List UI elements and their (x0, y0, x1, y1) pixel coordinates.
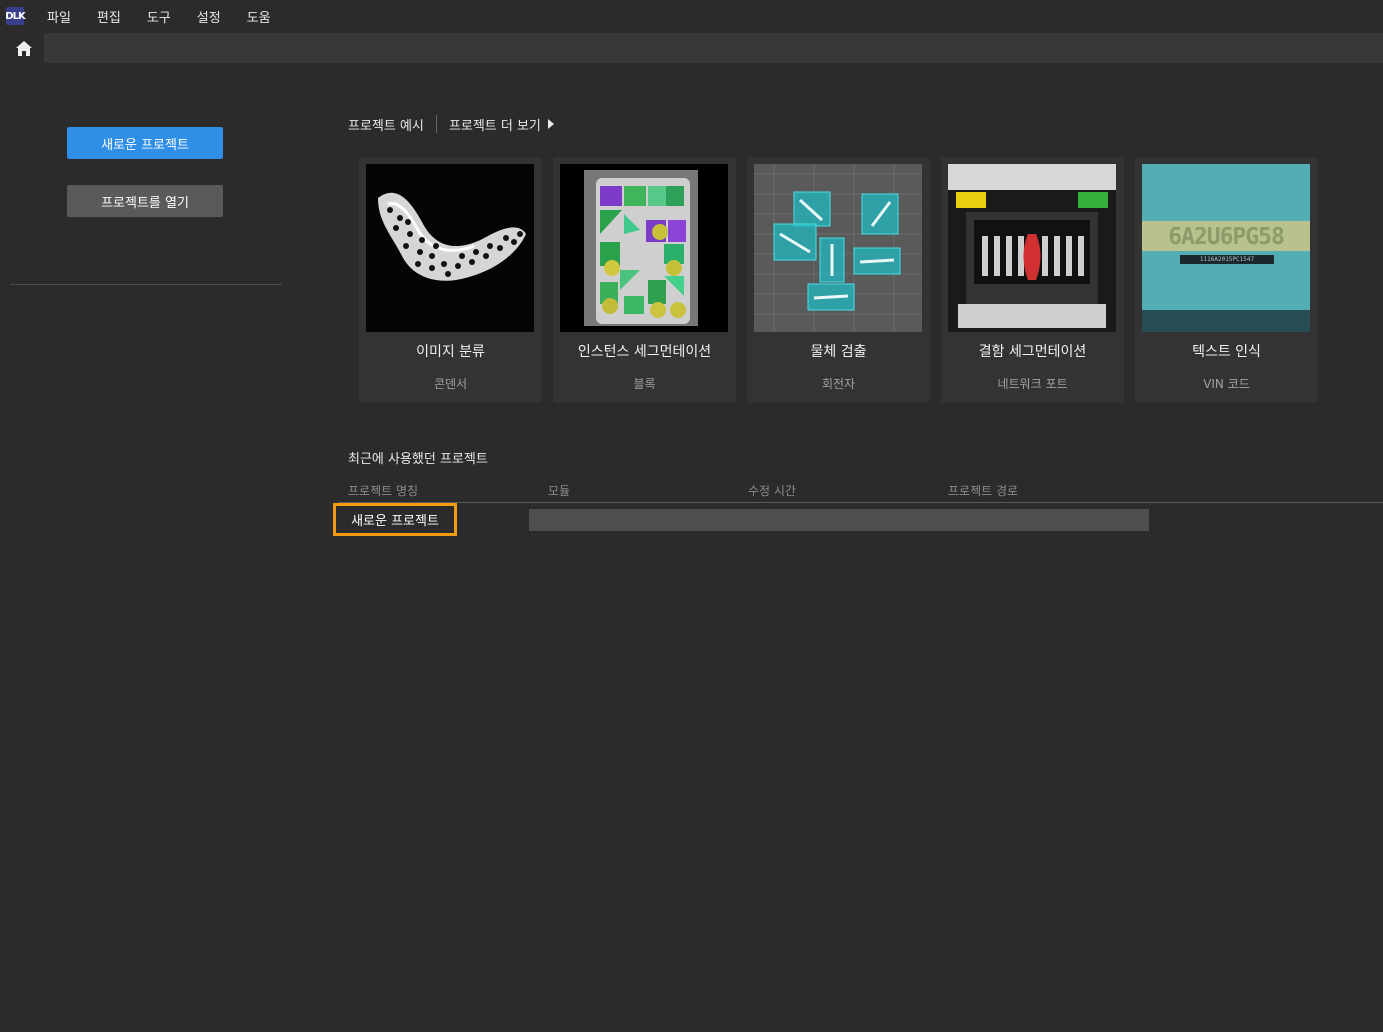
open-project-button[interactable]: 프로젝트를 열기 (67, 185, 223, 217)
column-header-module[interactable]: 모듈 (548, 482, 570, 499)
more-projects-link[interactable]: 프로젝트 더 보기 (449, 115, 554, 134)
header-separator (435, 115, 437, 133)
card-subtitle: 네트워크 포트 (997, 377, 1068, 391)
sidebar-divider (10, 284, 282, 285)
examples-title: 프로젝트 예시 (348, 118, 424, 134)
card-subtitle: 회전자 (821, 377, 856, 391)
table-header-divider (338, 502, 1383, 503)
new-project-button[interactable]: 새로운 프로젝트 (67, 127, 223, 159)
caret-right-icon (547, 119, 554, 129)
card-subtitle: VIN 코드 (1203, 377, 1250, 391)
home-tab[interactable] (10, 38, 38, 58)
object-detection-thumbnail (754, 164, 922, 332)
menu-tools[interactable]: 도구 (147, 7, 171, 26)
example-card-defect-segmentation[interactable]: 결함 세그먼테이션 네트워크 포트 (941, 157, 1124, 403)
defect-segmentation-thumbnail (948, 164, 1116, 332)
tab-strip (44, 33, 1383, 63)
instance-segmentation-thumbnail (560, 164, 728, 332)
home-icon (16, 40, 32, 56)
card-title: 인스턴스 세그먼테이션 (577, 344, 712, 360)
app-logo-icon: DLK (5, 7, 26, 25)
menu-settings[interactable]: 설정 (197, 7, 221, 26)
menu-bar: DLK 파일 편집 도구 설정 도움 (0, 0, 1383, 32)
column-header-modified-time[interactable]: 수정 시간 (748, 482, 796, 499)
card-title: 텍스트 인식 (1192, 344, 1261, 360)
card-title: 결함 세그먼테이션 (978, 344, 1087, 360)
card-subtitle: 콘덴서 (433, 377, 468, 391)
example-card-object-detection[interactable]: 물체 검출 회전자 (747, 157, 930, 403)
ocr-small-text: 1116A2015PC1547 (1199, 256, 1255, 263)
column-header-name[interactable]: 프로젝트 명칭 (348, 482, 418, 499)
tab-bar (0, 32, 1383, 64)
examples-header: 프로젝트 예시 프로젝트 더 보기 (348, 115, 554, 134)
recent-projects-title: 최근에 사용했던 프로젝트 (348, 452, 488, 467)
card-subtitle: 블록 (633, 377, 656, 391)
menu-file[interactable]: 파일 (47, 7, 71, 26)
card-title: 이미지 분류 (416, 344, 485, 360)
menu-help[interactable]: 도움 (247, 7, 271, 26)
ocr-text: 6A2U6PG58 (1168, 224, 1285, 250)
example-cards: 이미지 분류 콘덴서 인스턴스 세그먼테이션 블록 물체 검출 회전자 결함 세… (359, 157, 1318, 403)
example-card-text-recognition[interactable]: 6A2U6PG58 1116A2015PC1547 텍스트 인식 VIN 코드 (1135, 157, 1318, 403)
example-card-instance-segmentation[interactable]: 인스턴스 세그먼테이션 블록 (553, 157, 736, 403)
text-recognition-thumbnail: 6A2U6PG58 1116A2015PC1547 (1142, 164, 1310, 332)
example-card-classification[interactable]: 이미지 분류 콘덴서 (359, 157, 542, 403)
column-header-path[interactable]: 프로젝트 경로 (948, 482, 1018, 499)
recent-project-row-name[interactable]: 새로운 프로젝트 (333, 503, 457, 536)
classification-thumbnail (366, 164, 534, 332)
card-title: 물체 검출 (810, 344, 867, 360)
more-projects-label: 프로젝트 더 보기 (448, 118, 541, 134)
recent-project-row-details[interactable] (529, 509, 1149, 531)
menu-edit[interactable]: 편집 (97, 7, 121, 26)
